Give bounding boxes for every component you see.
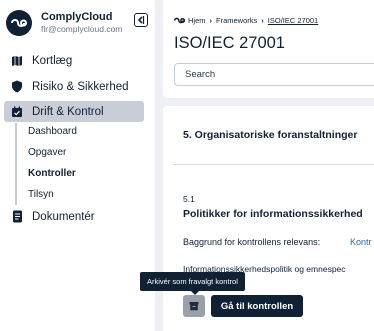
submenu-line xyxy=(15,123,17,205)
divider xyxy=(173,164,374,165)
subnav-item-tilsyn[interactable]: Tilsyn xyxy=(28,189,54,200)
breadcrumb-home[interactable]: Hjem xyxy=(188,16,206,25)
background-label: Baggrund for kontrollens relevans: xyxy=(183,237,321,247)
sidebar-item-label: Dokumentér xyxy=(32,210,95,223)
breadcrumb-current[interactable]: ISO/IEC 27001 xyxy=(268,16,318,25)
sidebar-item-label: Drift & Kontrol xyxy=(32,105,104,118)
collapse-sidebar-button[interactable] xyxy=(134,13,148,27)
brand-name: ComplyCloud xyxy=(41,11,113,23)
search-input[interactable] xyxy=(174,63,374,86)
subnav-item-dashboard[interactable]: Dashboard xyxy=(28,126,77,137)
sidebar: ComplyCloud flr@complycloud.com Kortlæg … xyxy=(0,0,155,331)
go-to-control-button[interactable]: Gå til kontrollen xyxy=(211,295,303,317)
header-card: Hjem › Frameworks › ISO/IEC 27001 ISO/IE… xyxy=(163,0,374,98)
chevron-right-icon: › xyxy=(209,16,213,25)
archive-button[interactable] xyxy=(183,295,205,317)
sidebar-item-kortlaeg[interactable]: Kortlæg xyxy=(4,50,144,71)
calendar-check-icon xyxy=(10,105,24,119)
subnav-item-opgaver[interactable]: Opgaver xyxy=(28,147,66,158)
sidebar-item-drift-kontrol[interactable]: Drift & Kontrol xyxy=(4,101,144,122)
page-title: ISO/IEC 27001 xyxy=(174,34,285,52)
subnav-item-kontroller[interactable]: Kontroller xyxy=(28,168,76,179)
breadcrumb: Hjem › Frameworks › ISO/IEC 27001 xyxy=(174,16,318,25)
collapse-icon xyxy=(137,16,145,24)
sidebar-item-label: Kortlæg xyxy=(32,54,73,67)
document-icon xyxy=(10,210,24,224)
chevron-right-icon: › xyxy=(261,16,264,25)
tooltip-arrow xyxy=(191,291,199,295)
archive-tooltip: Arkivér som fravalgt kontrol xyxy=(140,272,245,291)
sidebar-item-label: Risiko & Sikkerhed xyxy=(32,80,129,93)
section-title[interactable]: 5. Organisatoriske foranstaltninger xyxy=(183,129,357,141)
archive-icon xyxy=(189,302,199,311)
control-number: 5.1 xyxy=(183,194,195,204)
home-icon[interactable] xyxy=(174,17,185,24)
map-icon xyxy=(10,54,24,68)
shield-icon xyxy=(10,80,24,94)
controls-card: 5. Organisatoriske foranstaltninger 5.1 … xyxy=(163,106,374,331)
user-email: flr@complycloud.com xyxy=(41,24,123,34)
complycloud-logo-icon xyxy=(6,10,32,36)
sidebar-item-risiko-sikkerhed[interactable]: Risiko & Sikkerhed xyxy=(4,76,144,97)
sidebar-item-dokumenter[interactable]: Dokumentér xyxy=(4,206,144,227)
brand[interactable]: ComplyCloud flr@complycloud.com xyxy=(6,10,122,36)
background-link[interactable]: Kontr xyxy=(350,237,372,247)
control-title: Politikker for informationssikkerhed xyxy=(183,208,363,220)
breadcrumb-frameworks[interactable]: Frameworks xyxy=(216,16,257,25)
